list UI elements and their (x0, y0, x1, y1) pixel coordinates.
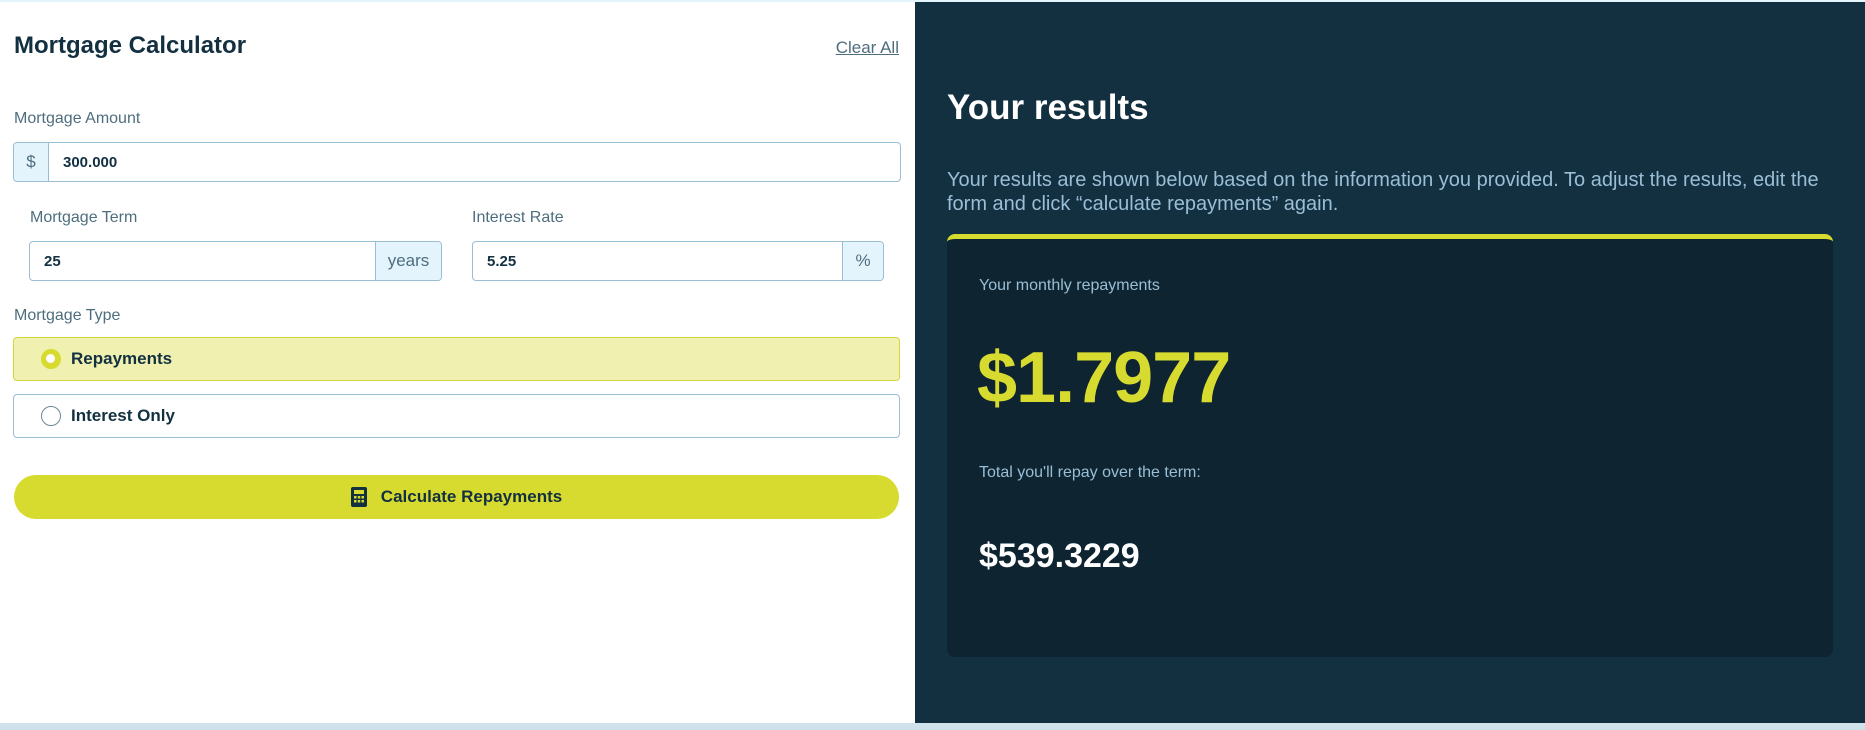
bottom-divider (0, 723, 1865, 730)
radio-repayments[interactable]: Repayments (13, 337, 900, 381)
mortgage-type-label: Mortgage Type (14, 307, 121, 324)
results-title: Your results (947, 88, 1149, 127)
total-repay-label: Total you'll repay over the term: (979, 464, 1201, 481)
mortgage-term-label: Mortgage Term (30, 209, 138, 226)
radio-selected-icon[interactable] (41, 349, 61, 369)
page-title: Mortgage Calculator (14, 32, 247, 59)
mortgage-app: Mortgage Calculator Clear All Mortgage A… (0, 2, 1865, 723)
clear-all-button[interactable]: Clear All (836, 38, 899, 58)
total-repay-value: $539.3229 (979, 537, 1140, 575)
interest-rate-input[interactable] (473, 242, 842, 280)
monthly-repayments-value: $1.7977 (977, 338, 1231, 418)
radio-interest-only-label: Interest Only (71, 406, 175, 425)
results-card: Your monthly repayments $1.7977 Total yo… (947, 234, 1833, 657)
currency-prefix: $ (14, 143, 49, 181)
calculate-repayments-button[interactable]: Calculate Repayments (14, 475, 899, 519)
radio-repayments-label: Repayments (71, 349, 173, 368)
monthly-repayments-label: Your monthly repayments (979, 277, 1160, 294)
calculate-repayments-label: Calculate Repayments (380, 487, 563, 506)
mortgage-term-input[interactable] (30, 242, 375, 280)
mortgage-amount-label: Mortgage Amount (14, 110, 141, 127)
calculator-panel: Mortgage Calculator Clear All Mortgage A… (0, 2, 915, 723)
radio-interest-only[interactable]: Interest Only (13, 394, 900, 438)
mortgage-term-field[interactable]: years (29, 241, 442, 281)
mortgage-amount-input[interactable] (49, 143, 900, 181)
interest-rate-field[interactable]: % (472, 241, 884, 281)
mortgage-amount-field[interactable]: $ (13, 142, 901, 182)
results-panel: Your results Your results are shown belo… (915, 2, 1865, 723)
percent-suffix: % (842, 242, 883, 280)
radio-unselected-icon[interactable] (41, 406, 61, 426)
results-description: Your results are shown below based on th… (947, 169, 1819, 215)
interest-rate-label: Interest Rate (472, 209, 564, 226)
years-suffix: years (375, 242, 441, 280)
calculator-icon (350, 487, 367, 507)
